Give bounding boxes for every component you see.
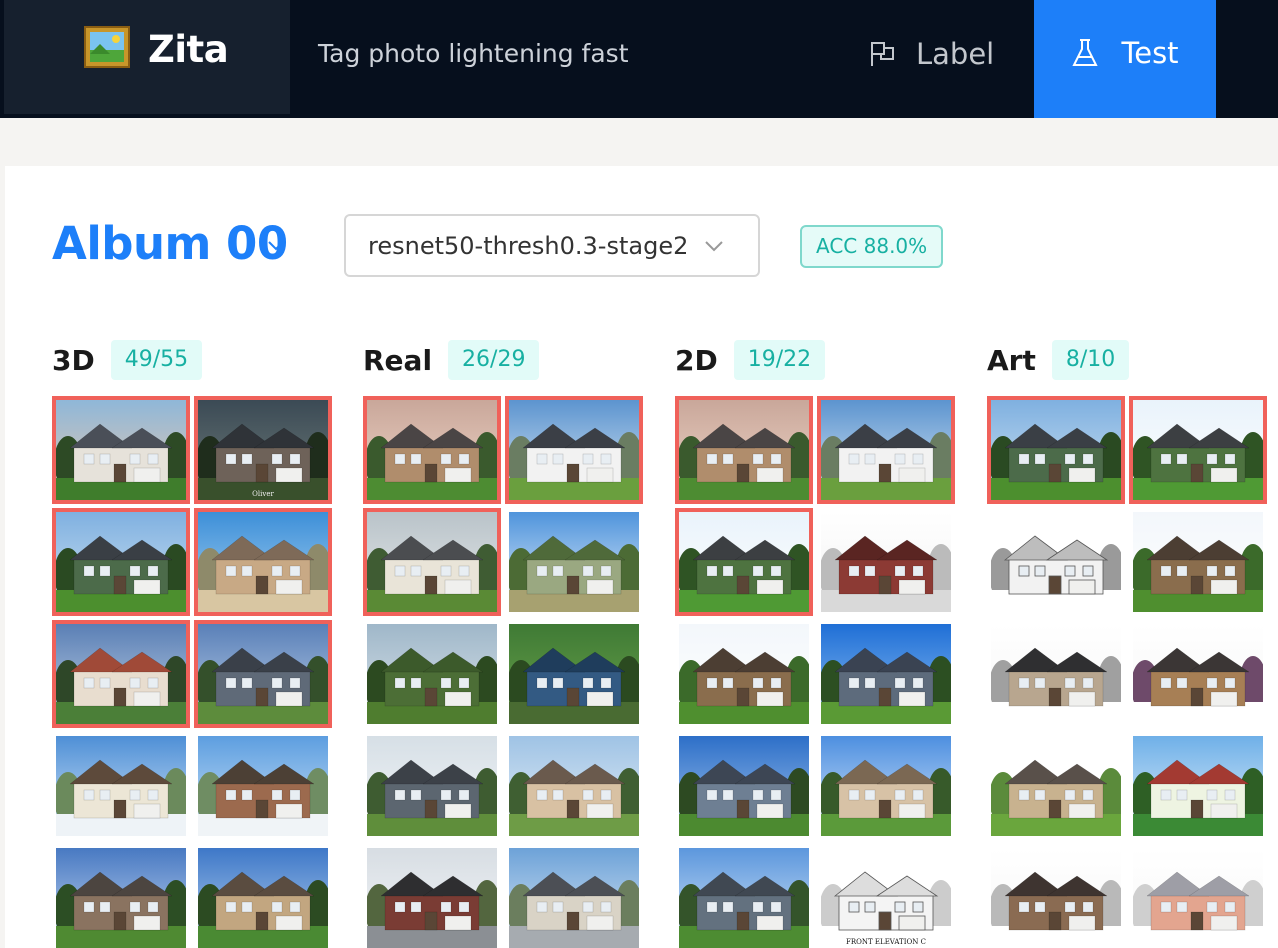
photo-thumbnail[interactable] xyxy=(1129,732,1267,840)
category-title: Art xyxy=(987,343,1036,377)
misclassified-thumbnail[interactable] xyxy=(363,396,501,504)
tab-test[interactable]: Test xyxy=(1034,0,1216,118)
app-tagline: Tag photo lightening fast xyxy=(318,39,629,68)
photo-thumbnail[interactable] xyxy=(505,844,643,948)
chevron-down-icon[interactable] xyxy=(267,240,285,252)
misclassified-thumbnail[interactable] xyxy=(52,620,190,728)
category-column-2d: 2D 19/22 FRONT ELEVATION C xyxy=(675,340,975,948)
photo-thumbnail[interactable] xyxy=(1129,620,1267,728)
photo-thumbnail[interactable] xyxy=(52,844,190,948)
misclassified-thumbnail[interactable] xyxy=(675,508,813,616)
chevron-down-icon xyxy=(705,241,723,252)
misclassified-thumbnail[interactable] xyxy=(52,396,190,504)
misclassified-thumbnail[interactable] xyxy=(52,508,190,616)
photo-thumbnail[interactable] xyxy=(363,620,501,728)
top-navigation-bar: Zita Tag photo lightening fast Label Tes… xyxy=(0,0,1278,118)
photo-thumbnail[interactable] xyxy=(505,508,643,616)
photo-thumbnail[interactable] xyxy=(505,620,643,728)
photo-thumbnail[interactable] xyxy=(505,732,643,840)
photo-thumbnail[interactable] xyxy=(52,732,190,840)
thumbnail-caption: Oliver xyxy=(252,490,274,498)
category-title: 3D xyxy=(52,343,95,377)
main-panel: Album 00 resnet50-thresh0.3-stage2 ACC 8… xyxy=(5,166,1278,948)
misclassified-thumbnail[interactable] xyxy=(363,508,501,616)
category-header: 2D 19/22 xyxy=(675,340,975,380)
misclassified-thumbnail[interactable] xyxy=(675,396,813,504)
photo-thumbnail[interactable] xyxy=(987,620,1125,728)
photo-thumbnail[interactable] xyxy=(1129,844,1267,948)
category-count-badge: 49/55 xyxy=(110,340,203,380)
photo-thumbnail[interactable] xyxy=(817,508,955,616)
misclassified-thumbnail[interactable] xyxy=(194,508,332,616)
tab-label[interactable]: Label xyxy=(868,30,994,78)
flask-icon xyxy=(1072,39,1099,66)
misclassified-thumbnail[interactable] xyxy=(505,396,643,504)
photo-thumbnail[interactable] xyxy=(675,620,813,728)
category-header: Art 8/10 xyxy=(987,340,1278,380)
photo-thumbnail[interactable] xyxy=(817,732,955,840)
model-select[interactable]: resnet50-thresh0.3-stage2 xyxy=(344,214,760,277)
photo-thumbnail[interactable] xyxy=(987,732,1125,840)
model-select-value: resnet50-thresh0.3-stage2 xyxy=(368,232,689,260)
framed-picture-icon xyxy=(84,26,130,68)
photo-thumbnail[interactable] xyxy=(194,732,332,840)
album-title[interactable]: Album 00 xyxy=(52,216,288,272)
tab-test-text: Test xyxy=(1121,36,1179,70)
category-count-badge: 8/10 xyxy=(1051,340,1130,380)
photo-thumbnail[interactable] xyxy=(675,844,813,948)
misclassified-thumbnail[interactable] xyxy=(1129,396,1267,504)
photo-thumbnail[interactable] xyxy=(1129,508,1267,616)
photo-thumbnail[interactable] xyxy=(987,508,1125,616)
tab-label-text: Label xyxy=(916,37,995,71)
misclassified-thumbnail[interactable] xyxy=(194,620,332,728)
photo-thumbnail[interactable] xyxy=(675,732,813,840)
misclassified-thumbnail[interactable]: Oliver xyxy=(194,396,332,504)
category-column-3d: 3D 49/55 Oliver xyxy=(52,340,352,948)
photo-thumbnail[interactable] xyxy=(363,732,501,840)
category-column-art: Art 8/10 xyxy=(987,340,1278,948)
app-name: Zita xyxy=(148,28,229,71)
thumbnail-caption: FRONT ELEVATION C xyxy=(846,938,926,946)
category-title: 2D xyxy=(675,343,718,377)
photo-thumbnail[interactable] xyxy=(987,844,1125,948)
category-header: Real 26/29 xyxy=(363,340,663,380)
accuracy-badge: ACC 88.0% xyxy=(800,225,944,268)
misclassified-thumbnail[interactable] xyxy=(817,396,955,504)
flag-icon xyxy=(871,42,894,66)
photo-thumbnail[interactable] xyxy=(194,844,332,948)
photo-thumbnail[interactable]: FRONT ELEVATION C xyxy=(817,844,955,948)
photo-thumbnail[interactable] xyxy=(817,620,955,728)
photo-thumbnail[interactable] xyxy=(363,844,501,948)
misclassified-thumbnail[interactable] xyxy=(987,396,1125,504)
category-column-real: Real 26/29 xyxy=(363,340,663,948)
category-count-badge: 26/29 xyxy=(448,340,540,380)
category-count-badge: 19/22 xyxy=(733,340,826,380)
brand[interactable]: Zita xyxy=(4,0,290,114)
category-header: 3D 49/55 xyxy=(52,340,352,380)
category-title: Real xyxy=(363,343,433,377)
